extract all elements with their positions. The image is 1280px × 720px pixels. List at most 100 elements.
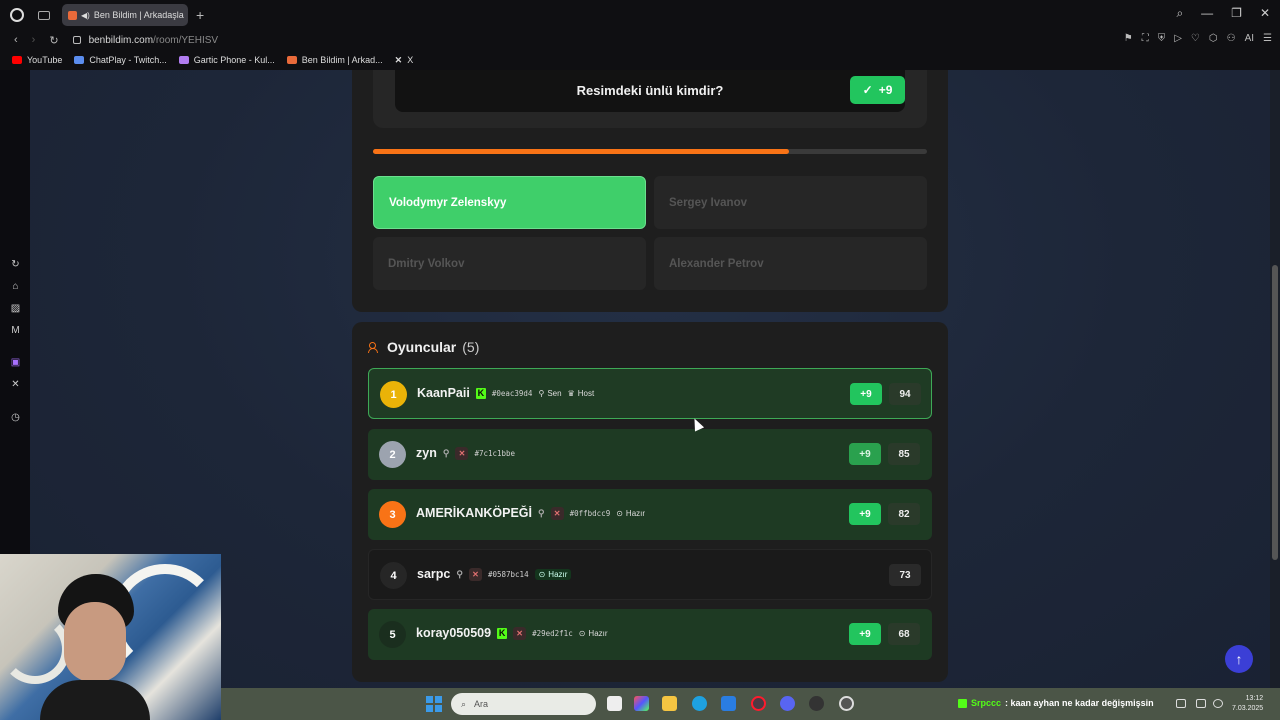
twitch-icon[interactable]: ▣: [10, 357, 21, 368]
bookmark-chatplay[interactable]: ChatPlay - Twitch...: [74, 55, 167, 65]
player-row[interactable]: 1 KaanPaii K #0eac39d4 ⚲ Sen ♛ Host +9 94: [368, 368, 932, 419]
aria-icon[interactable]: ⌂: [10, 281, 21, 292]
opera-logo-icon[interactable]: [10, 8, 24, 22]
os-taskbar: ⌕ Ara Srpccc : kaan ayhan ne kadar değişm…: [221, 688, 1280, 720]
player-row[interactable]: 4 sarpc ⚲ ✕ #0587bc14 ⊙ Hazır 73: [368, 549, 932, 600]
rank-badge: 2: [379, 441, 406, 468]
youtube-icon: [12, 56, 22, 64]
bookmark-label: ChatPlay - Twitch...: [89, 55, 167, 65]
store-icon[interactable]: [721, 696, 736, 711]
heart-icon[interactable]: ♡: [1191, 33, 1200, 44]
players-count: (5): [462, 339, 480, 355]
bookmark-benbildim[interactable]: Ben Bildim | Arkad...: [286, 55, 383, 65]
kick-player-icon[interactable]: ✕: [513, 626, 527, 640]
speaker-icon[interactable]: ◀): [81, 11, 90, 20]
x-icon: ✕: [394, 54, 403, 65]
score-badge: 85: [888, 443, 920, 465]
check-circle-icon: ⊙: [578, 628, 586, 638]
windows-start-icon[interactable]: [426, 696, 442, 712]
player-info: zyn ⚲ ✕ #7c1c1bbe: [416, 446, 515, 460]
shield-icon[interactable]: ⛨: [1158, 33, 1166, 44]
player-name: KaanPaii: [417, 386, 470, 400]
streamer-face: [64, 602, 126, 682]
minimize-icon[interactable]: —: [1201, 6, 1213, 21]
volume-icon[interactable]: [1213, 699, 1223, 708]
score-badge: 73: [889, 564, 921, 586]
system-clock[interactable]: 13:12 7.03.2025: [1232, 694, 1263, 714]
chat-message: : kaan ayhan ne kadar değişmişsin: [1005, 698, 1154, 708]
toolbar-icons: ⚑ ⛶ ⛨ ▷ ♡ ⬡ ⚇ AI ☰: [1124, 33, 1272, 44]
refresh-icon[interactable]: ↻: [10, 259, 21, 270]
obs-icon[interactable]: [809, 696, 824, 711]
copilot-icon[interactable]: [634, 696, 649, 711]
display-icon[interactable]: [1176, 699, 1186, 708]
player-info: sarpc ⚲ ✕ #0587bc14 ⊙ Hazır: [417, 567, 572, 581]
kick-icon: K: [475, 387, 486, 399]
ai-button[interactable]: AI: [1245, 33, 1254, 44]
history-icon[interactable]: ◷: [10, 412, 21, 423]
address-bar: ‹ › ↻ benbildim.com/room/YEHISV ⚑ ⛶ ⛨ ▷ …: [0, 30, 1280, 50]
x-sidebar-icon[interactable]: ✕: [10, 379, 21, 390]
answer-option-1[interactable]: Volodymyr Zelenskyy: [373, 176, 646, 229]
app-icon[interactable]: [839, 696, 854, 711]
scroll-to-top-button[interactable]: ↑: [1225, 645, 1253, 673]
file-explorer-icon[interactable]: [662, 696, 677, 711]
player-name: zyn: [416, 446, 437, 460]
answer-option-2[interactable]: Sergey Ivanov: [654, 176, 927, 229]
new-tab-icon[interactable]: +: [196, 7, 204, 23]
bookmark-label: YouTube: [27, 55, 63, 65]
taskbar-search[interactable]: ⌕ Ara: [451, 693, 596, 715]
clock-date: 7.03.2025: [1232, 705, 1264, 712]
player-row[interactable]: 2 zyn ⚲ ✕ #7c1c1bbe +9 85: [368, 429, 932, 480]
menu-icon[interactable]: ☰: [1263, 33, 1272, 44]
forward-icon[interactable]: ›: [32, 34, 36, 46]
snapshot-icon[interactable]: ⛶: [1142, 33, 1149, 44]
task-view-icon[interactable]: [607, 696, 622, 711]
close-icon[interactable]: ✕: [1260, 6, 1270, 21]
workspaces-icon[interactable]: [38, 10, 50, 20]
lock-icon[interactable]: [72, 36, 81, 44]
player-icon[interactable]: ▷: [1174, 33, 1182, 44]
kick-player-icon[interactable]: ✕: [455, 446, 469, 460]
user-icon: ⚲: [538, 388, 545, 398]
ready-tag: ⊙ Hazır: [616, 509, 645, 518]
answer-option-4[interactable]: Alexander Petrov: [654, 237, 927, 290]
points-value: +9: [878, 83, 893, 97]
bookmark-label: Gartic Phone - Kul...: [193, 55, 275, 65]
user-icon: ⚲: [442, 447, 450, 458]
ready-tag: ⊙ Hazır: [579, 629, 608, 638]
player-row[interactable]: 5 koray050509 K ✕ #29ed2f1c ⊙ Hazır +9 68: [368, 609, 932, 660]
rank-badge: 4: [380, 562, 407, 589]
player-row[interactable]: 3 AMERİKANKÖPEĞİ ⚲ ✕ #0ffbdcc9 ⊙ Hazır +9…: [368, 489, 932, 540]
m-app-icon[interactable]: M: [10, 325, 21, 336]
bookmark-youtube[interactable]: YouTube: [12, 55, 62, 65]
search-tabs-icon[interactable]: ⌕: [1176, 6, 1183, 21]
back-icon[interactable]: ‹: [14, 34, 18, 46]
kick-player-icon[interactable]: ✕: [468, 567, 482, 581]
network-icon[interactable]: [1196, 699, 1206, 708]
gartic-icon: [178, 56, 189, 64]
score-badge: 94: [889, 383, 921, 405]
players-heading: Oyuncular (5): [368, 339, 479, 355]
discord-icon[interactable]: [780, 696, 795, 711]
restore-icon[interactable]: ❐: [1231, 6, 1242, 21]
reload-icon[interactable]: ↻: [49, 34, 58, 47]
kick-player-icon[interactable]: ✕: [550, 506, 564, 520]
bookmark-x[interactable]: ✕ X: [395, 55, 414, 66]
search-icon: ⌕: [461, 698, 467, 709]
scrollbar-thumb[interactable]: [1272, 265, 1278, 560]
check-circle-icon: ⊙: [616, 508, 623, 518]
profile-icon[interactable]: ⚇: [1227, 33, 1236, 44]
gain-badge: +9: [849, 623, 881, 645]
active-tab[interactable]: ◀) Ben Bildim | Arkadaşla: [62, 4, 188, 26]
pinboard-icon[interactable]: ▨: [10, 303, 21, 314]
url-field[interactable]: benbildim.com/room/YEHISV: [89, 35, 219, 46]
rank-badge: 3: [379, 501, 406, 528]
extensions-icon[interactable]: ⬡: [1209, 33, 1218, 44]
player-id: #0587bc14: [487, 569, 529, 579]
edge-icon[interactable]: [692, 696, 707, 711]
bookmark-icon[interactable]: ⚑: [1124, 33, 1133, 44]
bookmark-gartic[interactable]: Gartic Phone - Kul...: [178, 55, 275, 65]
answer-option-3[interactable]: Dmitry Volkov: [373, 237, 646, 290]
opera-taskbar-icon[interactable]: [751, 696, 766, 711]
